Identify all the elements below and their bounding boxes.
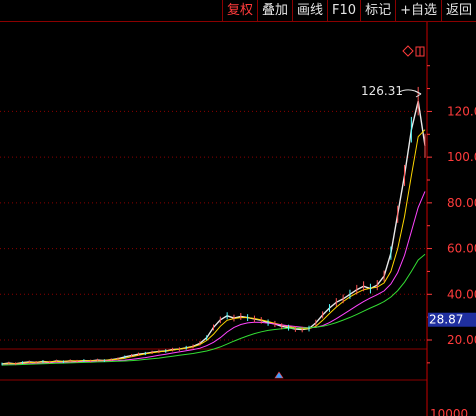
back-button[interactable]: 返回 (440, 0, 476, 21)
current-price-label: 28.87 (429, 313, 463, 327)
f10-button[interactable]: F10 (327, 0, 360, 21)
add-watchlist-button[interactable]: +自选 (395, 0, 441, 21)
y-tick-label: 120.0 (447, 104, 476, 118)
high-price-label: 126.31 (361, 84, 403, 98)
signal-triangle-icon (274, 371, 284, 379)
chart-toolbar: 复权 叠加 画线 F10 标记 +自选 返回 (221, 0, 476, 22)
y-tick-label: 80.00 (447, 196, 476, 210)
top-toolbar-bar: 复权 叠加 画线 F10 标记 +自选 返回 (0, 0, 476, 22)
series-line-ma-long (1, 253, 426, 366)
grid-layer (0, 110, 427, 381)
mark-button[interactable]: 标记 (360, 0, 395, 21)
y-tick-label: 100.0 (447, 150, 476, 164)
diamond-marker-icon (402, 45, 414, 57)
volume-axis-label: 10000 (430, 407, 468, 416)
overlay-button[interactable]: 叠加 (257, 0, 292, 21)
y-axis: 120.0 100.0 80.00 60.00 40.00 20.00 28.87 10000 (426, 22, 476, 416)
y-tick-label: 40.00 (447, 287, 476, 301)
series-layer (1, 86, 426, 366)
fuquan-button[interactable]: 复权 (221, 0, 257, 21)
kline-chart[interactable]: 126.31 120.0 100.0 80.00 60.00 40.00 20.00 28.… (0, 22, 476, 416)
y-tick-label: 20.00 (447, 333, 476, 347)
y-tick-label: 60.00 (447, 242, 476, 256)
series-line-ma-mid (1, 191, 426, 366)
draw-line-button[interactable]: 画线 (292, 0, 327, 21)
